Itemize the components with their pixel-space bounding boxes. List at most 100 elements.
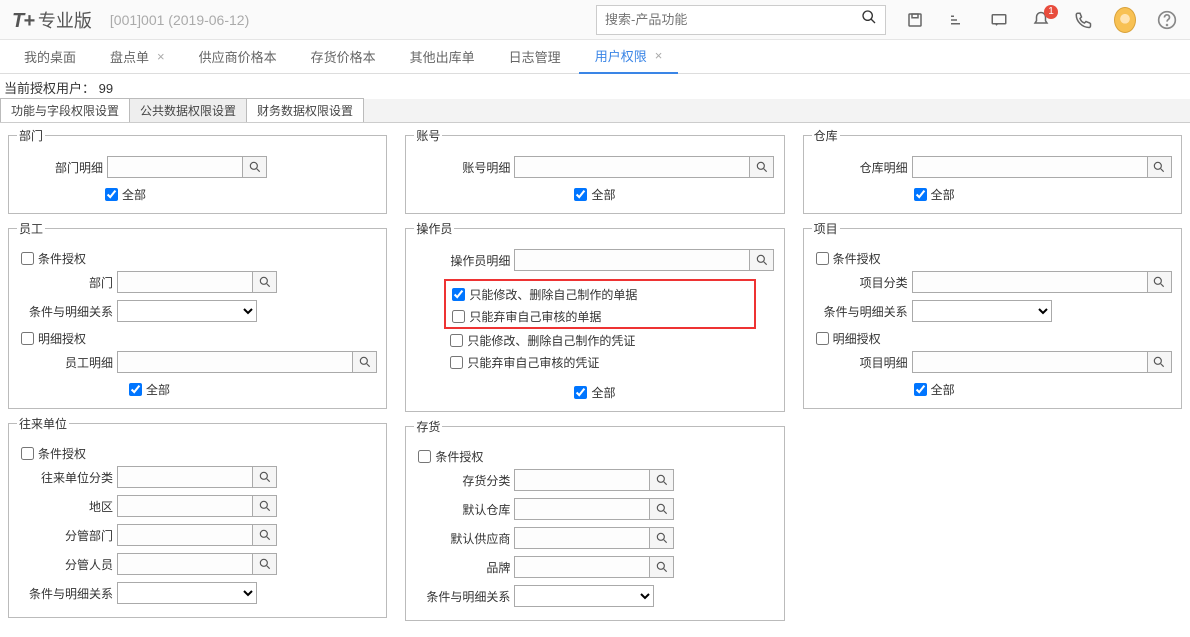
- lookup-button[interactable]: [1148, 351, 1172, 373]
- checkbox-op2[interactable]: [452, 310, 465, 323]
- avatar-icon: [1114, 7, 1136, 33]
- checkbox-cond-auth[interactable]: [21, 447, 34, 460]
- lookup-input[interactable]: [912, 351, 1148, 373]
- checkbox-cond-auth[interactable]: [21, 252, 34, 265]
- lookup-button[interactable]: [750, 156, 774, 178]
- tab-other-outbound[interactable]: 其他出库单: [394, 40, 491, 74]
- tab-inventory-check[interactable]: 盘点单 ×: [94, 40, 181, 74]
- lookup-button[interactable]: [650, 527, 674, 549]
- dept-lookup[interactable]: [117, 271, 277, 293]
- lookup-button[interactable]: [253, 524, 277, 546]
- label: 只能弃审自己审核的单据: [469, 308, 601, 325]
- group-account: 账号 账号明细 全部: [405, 127, 784, 214]
- lookup-button[interactable]: [650, 498, 674, 520]
- message-icon[interactable]: [988, 9, 1010, 31]
- checkbox-op3[interactable]: [450, 334, 463, 347]
- cond-rel-select[interactable]: [117, 300, 257, 322]
- lookup-input[interactable]: [107, 156, 243, 178]
- label: 分管人员: [17, 556, 117, 573]
- close-icon[interactable]: ×: [157, 49, 165, 64]
- close-icon[interactable]: ×: [655, 48, 663, 63]
- lookup-input[interactable]: [117, 524, 253, 546]
- lookup-input[interactable]: [514, 249, 750, 271]
- inv-cat-lookup[interactable]: [514, 469, 674, 491]
- checkbox-all[interactable]: [574, 386, 587, 399]
- save-icon[interactable]: [904, 9, 926, 31]
- tab-supplier-price[interactable]: 供应商价格本: [183, 40, 293, 74]
- proj-cat-lookup[interactable]: [912, 271, 1172, 293]
- label-all: 全部: [931, 381, 955, 398]
- lookup-button[interactable]: [1148, 156, 1172, 178]
- label: 条件授权: [38, 250, 86, 267]
- checkbox-all[interactable]: [129, 383, 142, 396]
- lookup-input[interactable]: [912, 271, 1148, 293]
- acct-detail-lookup[interactable]: [514, 156, 774, 178]
- operator-detail-lookup[interactable]: [514, 249, 774, 271]
- emp-detail-lookup[interactable]: [117, 351, 377, 373]
- lookup-input[interactable]: [117, 351, 353, 373]
- tab-label: 盘点单: [110, 47, 149, 66]
- subtab-public-data[interactable]: 公共数据权限设置: [129, 98, 247, 122]
- lookup-input[interactable]: [514, 469, 650, 491]
- dept-detail-lookup[interactable]: [107, 156, 267, 178]
- bell-icon[interactable]: 1: [1030, 9, 1052, 31]
- phone-icon[interactable]: [1072, 9, 1094, 31]
- subtab-function-field[interactable]: 功能与字段权限设置: [0, 98, 130, 122]
- checkbox-op1[interactable]: [452, 288, 465, 301]
- lookup-button[interactable]: [253, 553, 277, 575]
- lookup-button[interactable]: [650, 469, 674, 491]
- tab-inventory-price[interactable]: 存货价格本: [295, 40, 392, 74]
- lookup-button[interactable]: [253, 495, 277, 517]
- tab-user-permission[interactable]: 用户权限×: [579, 40, 679, 74]
- cond-rel-select[interactable]: [514, 585, 654, 607]
- label: 存货分类: [414, 472, 514, 489]
- brand-lookup[interactable]: [514, 556, 674, 578]
- cond-rel-select[interactable]: [117, 582, 257, 604]
- checkbox-op4[interactable]: [450, 356, 463, 369]
- lookup-input[interactable]: [514, 498, 650, 520]
- lookup-input[interactable]: [117, 553, 253, 575]
- global-search[interactable]: [596, 5, 886, 35]
- lookup-input[interactable]: [514, 556, 650, 578]
- checkbox-cond-auth[interactable]: [816, 252, 829, 265]
- lookup-input[interactable]: [117, 466, 253, 488]
- checkbox-detail-auth[interactable]: [816, 332, 829, 345]
- lookup-input[interactable]: [514, 527, 650, 549]
- checkbox-all[interactable]: [105, 188, 118, 201]
- help-icon[interactable]: [1156, 9, 1178, 31]
- lookup-button[interactable]: [650, 556, 674, 578]
- lookup-button[interactable]: [253, 466, 277, 488]
- tab-desktop[interactable]: 我的桌面: [8, 40, 92, 74]
- lookup-button[interactable]: [353, 351, 377, 373]
- label: 品牌: [414, 559, 514, 576]
- group-employee: 员工 条件授权 部门 条件与明细关系 明细授权 员工明细: [8, 220, 387, 409]
- def-wh-lookup[interactable]: [514, 498, 674, 520]
- user-avatar[interactable]: [1114, 9, 1136, 31]
- wh-detail-lookup[interactable]: [912, 156, 1172, 178]
- admin-dept-lookup[interactable]: [117, 524, 277, 546]
- checkbox-cond-auth[interactable]: [418, 450, 431, 463]
- lookup-button[interactable]: [1148, 271, 1172, 293]
- lookup-button[interactable]: [750, 249, 774, 271]
- lookup-input[interactable]: [117, 495, 253, 517]
- subtab-finance-data[interactable]: 财务数据权限设置: [246, 98, 364, 122]
- cond-rel-select[interactable]: [912, 300, 1052, 322]
- def-sup-lookup[interactable]: [514, 527, 674, 549]
- proj-detail-lookup[interactable]: [912, 351, 1172, 373]
- admin-person-lookup[interactable]: [117, 553, 277, 575]
- checkbox-all[interactable]: [914, 188, 927, 201]
- lookup-button[interactable]: [253, 271, 277, 293]
- partner-cat-lookup[interactable]: [117, 466, 277, 488]
- checkbox-detail-auth[interactable]: [21, 332, 34, 345]
- lookup-input[interactable]: [912, 156, 1148, 178]
- search-input[interactable]: [605, 12, 861, 27]
- region-lookup[interactable]: [117, 495, 277, 517]
- search-icon[interactable]: [861, 9, 877, 30]
- tab-log-manage[interactable]: 日志管理: [493, 40, 577, 74]
- lookup-input[interactable]: [117, 271, 253, 293]
- checkbox-all[interactable]: [914, 383, 927, 396]
- list-icon[interactable]: [946, 9, 968, 31]
- lookup-button[interactable]: [243, 156, 267, 178]
- checkbox-all[interactable]: [574, 188, 587, 201]
- lookup-input[interactable]: [514, 156, 750, 178]
